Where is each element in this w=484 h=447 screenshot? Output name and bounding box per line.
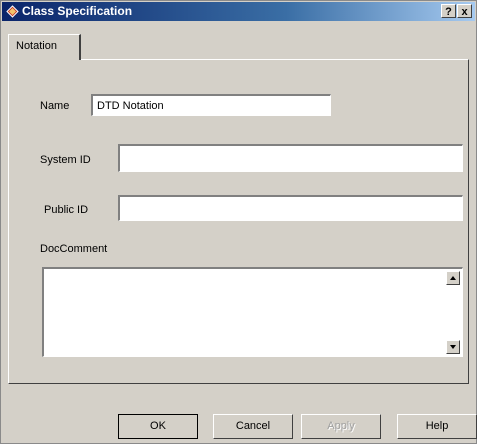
name-label: Name [40, 100, 70, 112]
help-title-button[interactable]: ? [441, 4, 456, 18]
scroll-up-arrow-icon [450, 276, 456, 280]
system-id-field[interactable] [118, 144, 463, 172]
tab-notation[interactable]: Notation [8, 34, 81, 60]
scroll-down-button[interactable] [446, 340, 460, 354]
ok-button[interactable]: OK [118, 414, 198, 439]
scroll-down-arrow-icon [450, 345, 456, 349]
tab-notation-label: Notation [16, 40, 57, 52]
doccomment-textarea[interactable] [42, 267, 463, 357]
system-id-label: System ID [40, 154, 91, 166]
apply-button[interactable]: Apply [301, 414, 381, 439]
cancel-button[interactable]: Cancel [213, 414, 293, 439]
public-id-label: Public ID [44, 204, 89, 216]
scroll-up-button[interactable] [446, 271, 460, 285]
close-button[interactable]: x [457, 4, 472, 18]
title-bar[interactable]: Class Specification ? x [2, 2, 475, 21]
doccomment-label: DocComment [40, 243, 108, 255]
class-diamond-icon [6, 5, 19, 18]
public-id-field[interactable] [118, 195, 463, 221]
name-field[interactable] [91, 94, 331, 116]
class-specification-dialog: Class Specification ? x Notation Name Sy… [0, 0, 477, 444]
dialog-title: Class Specification [22, 4, 133, 18]
help-button[interactable]: Help [397, 414, 477, 439]
